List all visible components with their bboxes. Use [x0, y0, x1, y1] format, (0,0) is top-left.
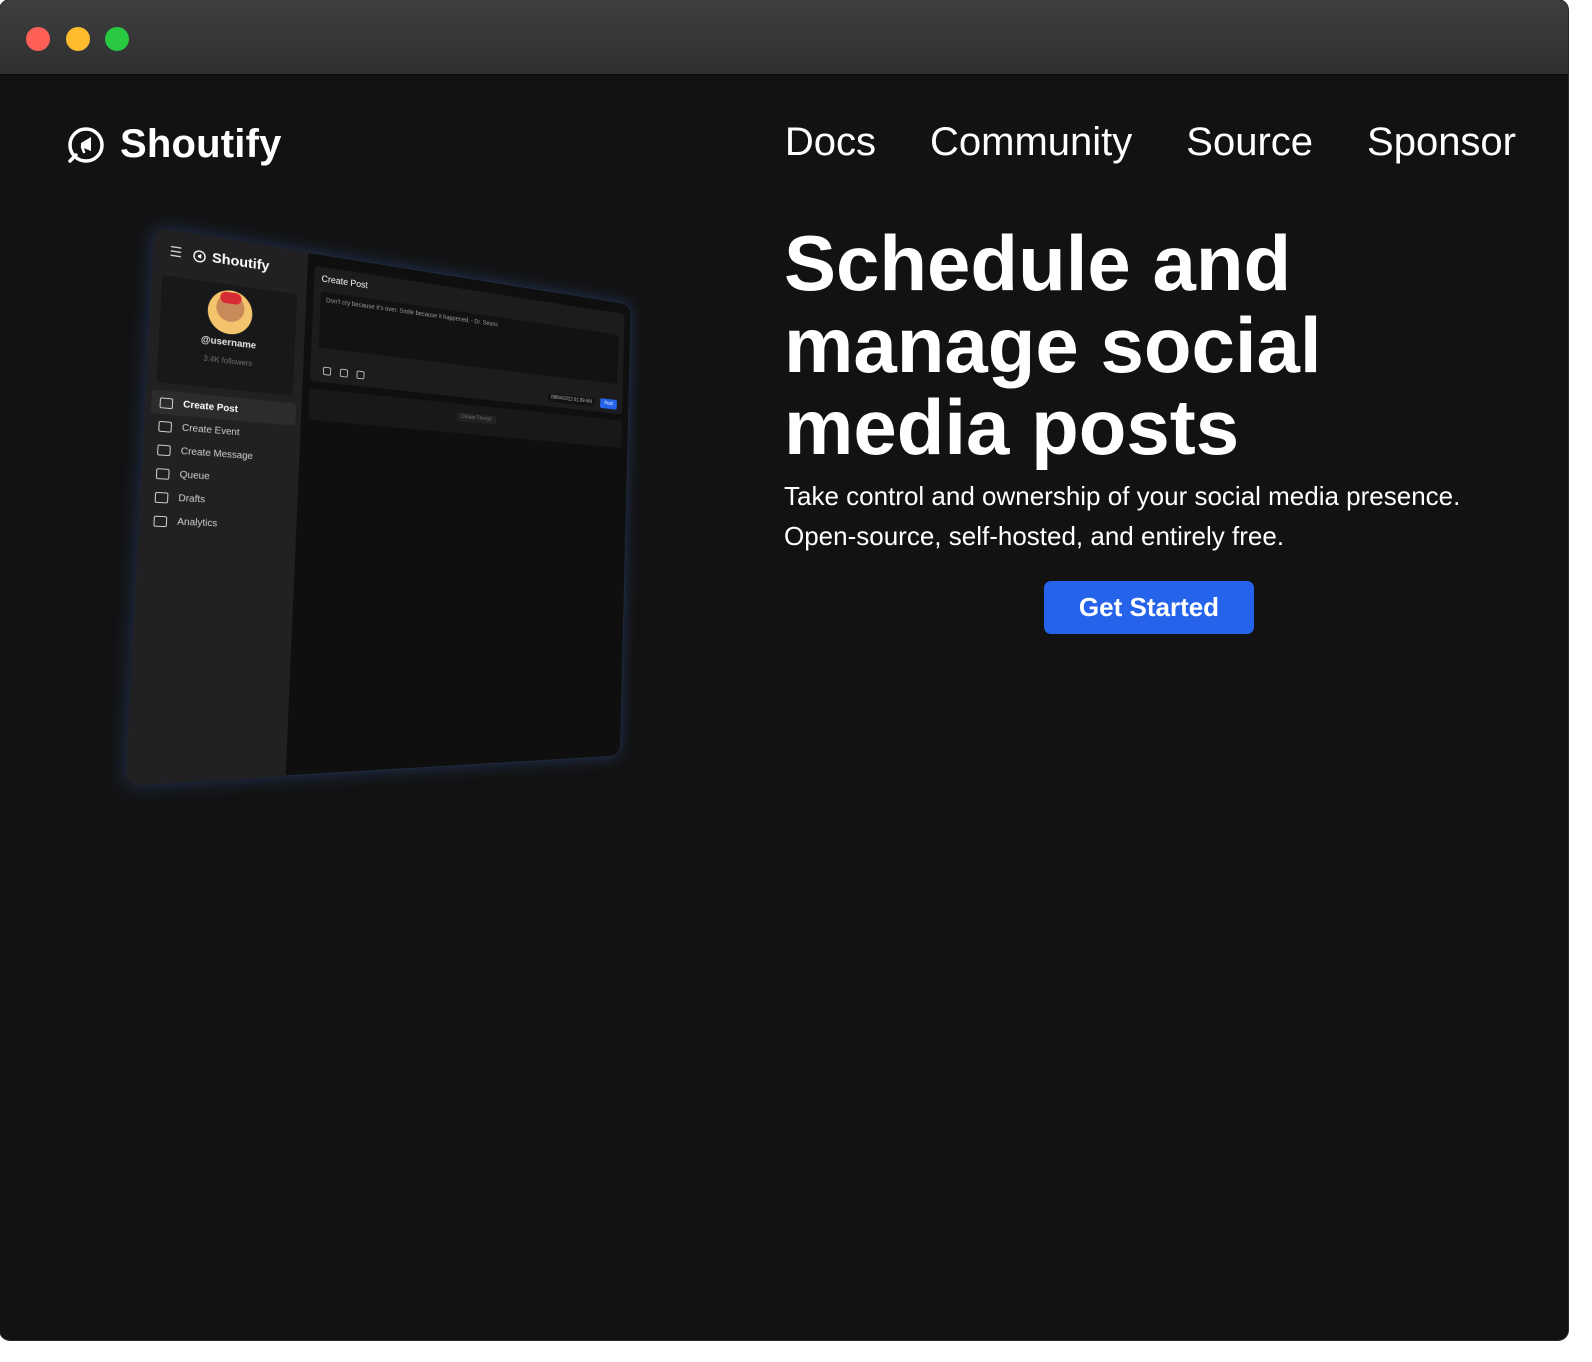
megaphone-logo-icon — [192, 248, 207, 263]
hero-title: Schedule and manage social media posts — [784, 222, 1544, 468]
preview-nav-label: Create Post — [183, 399, 238, 415]
emoji-icon — [323, 367, 331, 376]
nav-link-community[interactable]: Community — [930, 120, 1132, 165]
hamburger-menu-icon: ☰ — [169, 243, 182, 261]
minimize-window-button[interactable] — [66, 27, 90, 51]
preview-nav-label: Queue — [179, 469, 210, 482]
hero-subtitle-line-1: Take control and ownership of your socia… — [784, 481, 1460, 511]
mail-icon — [157, 444, 171, 456]
create-event-icon — [158, 420, 172, 432]
site-header: Shoutify Docs Community Source Sponsor — [0, 74, 1568, 214]
nav-link-docs[interactable]: Docs — [785, 120, 876, 165]
preview-profile-card: @username 3.4K followers — [157, 275, 298, 396]
queue-icon — [156, 468, 170, 480]
hero-subtitle-line-2: Open-source, self-hosted, and entirely f… — [784, 521, 1284, 551]
preview-nav-label: Create Event — [182, 422, 240, 437]
nav-link-source[interactable]: Source — [1186, 120, 1313, 165]
chart-icon — [153, 515, 167, 527]
preview-nav: Create Post Create Event Create Message … — [145, 390, 296, 538]
brand[interactable]: Shoutify — [66, 122, 282, 167]
maximize-window-button[interactable] — [105, 27, 129, 51]
preview-top: ☰ Shoutify — [169, 243, 269, 274]
preview-create-thread-button: Create Thread — [456, 412, 496, 424]
gif-icon — [356, 370, 364, 379]
preview-nav-label: Analytics — [177, 516, 218, 529]
app-preview-screen: ☰ Shoutify @username 3.4K followers Crea… — [125, 227, 631, 786]
preview-create-post-card: Create Post Don't cry because it's over.… — [310, 266, 625, 414]
preview-brand-name: Shoutify — [212, 250, 270, 275]
get-started-button[interactable]: Get Started — [1044, 581, 1254, 634]
create-post-icon — [159, 397, 173, 409]
preview-date: 09/04/2022 01:09 AM — [548, 393, 595, 406]
nav-link-sponsor[interactable]: Sponsor — [1367, 120, 1516, 165]
preview-main: Create Post Don't cry because it's over.… — [308, 266, 624, 448]
browser-window: Shoutify Docs Community Source Sponsor ☰ — [0, 0, 1568, 1340]
close-window-button[interactable] — [26, 27, 50, 51]
megaphone-logo-icon — [66, 125, 106, 165]
hero-subtitle: Take control and ownership of your socia… — [784, 476, 1544, 556]
preview-nav-label: Drafts — [178, 493, 205, 505]
preview-nav-label: Create Message — [181, 446, 254, 462]
avatar — [207, 287, 254, 336]
preview-sidebar: ☰ Shoutify @username 3.4K followers Crea… — [125, 227, 308, 786]
brand-name: Shoutify — [120, 122, 282, 167]
app-preview: ☰ Shoutify @username 3.4K followers Crea… — [130, 222, 730, 792]
avatar-flower — [220, 291, 242, 305]
title-bar — [0, 0, 1568, 75]
image-icon — [340, 369, 348, 378]
preview-toolbar — [323, 367, 365, 380]
nav-links: Docs Community Source Sponsor — [785, 120, 1516, 165]
preview-brand: Shoutify — [192, 247, 270, 275]
preview-post-button: Post — [600, 398, 617, 409]
pencil-icon — [155, 491, 169, 503]
